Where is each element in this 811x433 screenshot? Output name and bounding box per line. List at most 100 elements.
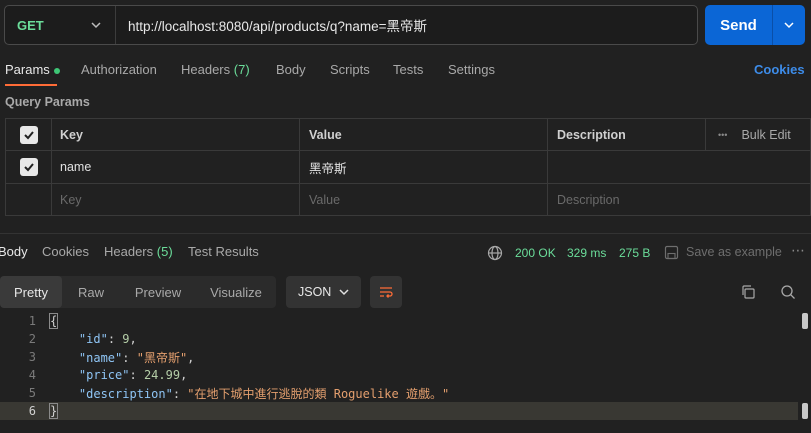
code-line: 2 "id": 9,	[0, 330, 798, 348]
response-time[interactable]: 329 ms	[567, 246, 606, 260]
method-label: GET	[17, 17, 44, 33]
save-icon	[664, 245, 679, 260]
param-value-input[interactable]: 黑帝斯	[300, 151, 548, 184]
json-value: 24.99	[143, 368, 181, 382]
tab-headers-label: Headers	[181, 62, 231, 77]
cookies-link[interactable]: Cookies	[754, 62, 805, 77]
tab-headers[interactable]: Headers (7)	[181, 62, 250, 77]
view-visualize[interactable]: Visualize	[196, 276, 276, 308]
param-description-input[interactable]	[548, 151, 810, 184]
format-label: JSON	[298, 285, 332, 299]
json-key: "price"	[78, 368, 130, 382]
code-text: "id": 9,	[78, 332, 137, 346]
status-code[interactable]: 200 OK	[515, 246, 556, 260]
url-bar: GET http://localhost:8080/api/products/q…	[4, 5, 698, 45]
view-preview[interactable]: Preview	[120, 276, 196, 308]
params-active-dot	[53, 67, 60, 74]
code-line-current: 6 }	[0, 402, 798, 420]
select-all-checkbox[interactable]	[19, 125, 38, 144]
send-button[interactable]: Send	[705, 17, 772, 34]
new-key-input[interactable]: Key	[52, 184, 300, 216]
line-number: 5	[28, 386, 36, 400]
wrap-lines-button[interactable]	[370, 276, 402, 308]
check-icon	[23, 163, 34, 172]
json-value: "在地下城中進行逃脫的類 Roguelike 遊戲。"	[187, 386, 450, 401]
close-brace: }	[48, 402, 59, 419]
copy-icon[interactable]	[740, 284, 756, 300]
more-options-icon[interactable]: ⋯	[791, 242, 805, 259]
method-select[interactable]: GET	[5, 6, 116, 44]
chevron-down-icon	[91, 22, 101, 29]
param-checkbox[interactable]	[19, 158, 38, 176]
send-button-group: Send	[705, 5, 805, 45]
new-value-input[interactable]: Value	[300, 184, 548, 216]
code-text: {	[40, 313, 59, 329]
tab-headers-count: (7)	[233, 62, 250, 77]
json-value: "黑帝斯"	[136, 350, 188, 365]
response-size[interactable]: 275 B	[619, 246, 650, 260]
view-raw[interactable]: Raw	[62, 276, 120, 308]
url-input[interactable]: http://localhost:8080/api/products/q?nam…	[116, 15, 427, 35]
response-body-editor[interactable]: 1 { 2 "id": 9, 3 "name": "黑帝斯", 4 "price…	[0, 312, 811, 433]
chevron-down-icon	[784, 22, 794, 29]
param-row-checkbox-cell	[6, 151, 52, 184]
resp-tab-body[interactable]: Body	[0, 244, 28, 259]
bulk-edit-label: Bulk Edit	[741, 127, 791, 142]
response-tabs: Body Cookies Headers (5) Test Results 20…	[0, 242, 811, 264]
line-number: 4	[28, 368, 36, 382]
bulk-edit-button[interactable]: ••• Bulk Edit	[706, 119, 810, 151]
code-line: 4 "price": 24.99,	[0, 366, 798, 384]
json-key: "description"	[78, 386, 173, 401]
search-icon[interactable]	[780, 284, 796, 300]
json-value: 9	[122, 332, 130, 346]
resp-tab-test-results[interactable]: Test Results	[188, 244, 259, 259]
query-params-table: Key Value Description ••• Bulk Edit name…	[5, 118, 811, 216]
tab-scripts[interactable]: Scripts	[330, 62, 370, 77]
tab-params[interactable]: Params	[5, 62, 60, 77]
code-text: }	[40, 402, 59, 419]
scrollbar-thumb-bottom[interactable]	[802, 403, 808, 419]
resp-tab-headers[interactable]: Headers (5)	[104, 244, 173, 259]
header-key: Key	[52, 119, 300, 151]
tab-body[interactable]: Body	[276, 62, 306, 77]
chevron-down-icon	[339, 289, 349, 296]
code-line: 3 "name": "黑帝斯",	[0, 348, 798, 366]
scrollbar-thumb[interactable]	[802, 313, 808, 329]
tab-tests[interactable]: Tests	[393, 62, 423, 77]
view-pretty[interactable]: Pretty	[0, 276, 62, 308]
check-icon	[23, 130, 34, 139]
resp-tab-cookies[interactable]: Cookies	[42, 244, 89, 259]
tab-settings[interactable]: Settings	[448, 62, 495, 77]
resp-tab-headers-label: Headers	[104, 244, 154, 259]
header-description: Description	[548, 119, 706, 151]
code-text: "description": "在地下城中進行逃脫的類 Roguelike 遊戲…	[78, 386, 450, 401]
tab-authorization[interactable]: Authorization	[81, 62, 157, 77]
text-cursor	[57, 404, 59, 419]
format-select[interactable]: JSON	[286, 276, 361, 308]
code-text: "name": "黑帝斯",	[78, 350, 195, 365]
json-key: "id"	[78, 332, 108, 346]
code-text: "price": 24.99,	[78, 368, 188, 382]
json-key: "name"	[78, 350, 123, 365]
new-description-input[interactable]: Description	[548, 184, 810, 216]
pane-divider[interactable]	[0, 233, 811, 234]
select-all-cell	[6, 119, 52, 151]
query-params-title: Query Params	[5, 95, 90, 109]
save-as-example-button[interactable]: Save as example	[686, 245, 782, 259]
param-key-input[interactable]: name	[52, 151, 300, 184]
line-number: 1	[28, 314, 36, 328]
line-number: 2	[28, 332, 36, 346]
open-brace: {	[48, 313, 59, 329]
line-number: 3	[28, 350, 36, 364]
resp-tab-headers-count: (5)	[156, 244, 173, 259]
send-options-button[interactable]	[773, 18, 805, 32]
header-value: Value	[300, 119, 548, 151]
wrap-icon	[380, 287, 393, 298]
request-tabs: Params Authorization Headers (7) Body Sc…	[0, 58, 811, 86]
code-line: 1 {	[0, 312, 798, 330]
more-icon: •••	[718, 129, 728, 140]
globe-icon[interactable]	[487, 245, 503, 261]
view-mode-group: Pretty Raw Preview Visualize	[0, 276, 276, 308]
empty-checkbox-cell	[6, 184, 52, 216]
code-line: 5 "description": "在地下城中進行逃脫的類 Roguelike …	[0, 384, 798, 402]
